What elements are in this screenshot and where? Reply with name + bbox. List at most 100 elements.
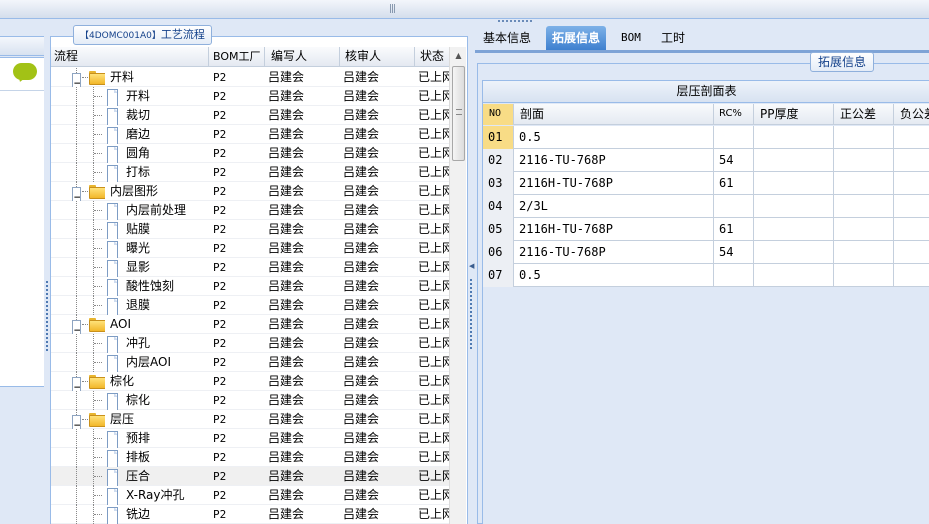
tree-row[interactable]: 铣边 P2 吕建会 吕建会 已上网 — [51, 505, 449, 524]
collapse-icon[interactable]: − — [72, 73, 81, 87]
tree-row[interactable]: − AOI P2 吕建会 吕建会 已上网 — [51, 315, 449, 334]
tree-row[interactable]: 曝光 P2 吕建会 吕建会 已上网 — [51, 239, 449, 258]
table-row[interactable]: 07 0.5 — [483, 264, 929, 287]
tree-node[interactable]: − 层压 — [51, 410, 209, 429]
pp-thickness-cell[interactable] — [754, 241, 834, 264]
tree-node[interactable]: 贴膜 — [51, 220, 209, 239]
tree-row[interactable]: 棕化 P2 吕建会 吕建会 已上网 — [51, 391, 449, 410]
tree-row[interactable]: 酸性蚀刻 P2 吕建会 吕建会 已上网 — [51, 277, 449, 296]
tree-row[interactable]: 预排 P2 吕建会 吕建会 已上网 — [51, 429, 449, 448]
plus-tolerance-cell[interactable] — [834, 172, 894, 195]
scroll-up-arrow-icon[interactable]: ▲ — [450, 47, 467, 64]
pp-thickness-cell[interactable] — [754, 218, 834, 241]
top-splitter-bar[interactable]: ||| — [0, 0, 929, 19]
plus-tolerance-cell[interactable] — [834, 241, 894, 264]
row-number-cell[interactable]: 01 — [483, 126, 514, 149]
row-number-cell[interactable]: 04 — [483, 195, 514, 218]
tree-row[interactable]: 圆角 P2 吕建会 吕建会 已上网 — [51, 144, 449, 163]
tree-row[interactable]: 裁切 P2 吕建会 吕建会 已上网 — [51, 106, 449, 125]
rc-percent-cell[interactable]: 54 — [714, 241, 754, 264]
table-row[interactable]: 06 2116-TU-768P 54 — [483, 241, 929, 264]
tree-node[interactable]: 裁切 — [51, 106, 209, 125]
tree-node[interactable]: 预排 — [51, 429, 209, 448]
collapse-icon[interactable]: − — [72, 377, 81, 391]
tree-node[interactable]: 开料 — [51, 87, 209, 106]
minus-tolerance-cell[interactable] — [894, 218, 929, 241]
table-row[interactable]: 03 2116H-TU-768P 61 — [483, 172, 929, 195]
tree-row[interactable]: 压合 P2 吕建会 吕建会 已上网 — [51, 467, 449, 486]
tree-row[interactable]: 打标 P2 吕建会 吕建会 已上网 — [51, 163, 449, 182]
row-number-cell[interactable]: 07 — [483, 264, 514, 287]
column-header-status[interactable]: 状态 — [415, 47, 449, 67]
tree-row[interactable]: − 层压 P2 吕建会 吕建会 已上网 — [51, 410, 449, 429]
tree-node[interactable]: 酸性蚀刻 — [51, 277, 209, 296]
pp-thickness-cell[interactable] — [754, 126, 834, 149]
minus-tolerance-cell[interactable] — [894, 264, 929, 287]
tree-node[interactable]: − 开料 — [51, 68, 209, 87]
tree-node[interactable]: 曝光 — [51, 239, 209, 258]
collapse-arrow-icon[interactable]: ◀ — [469, 262, 474, 270]
tree-row[interactable]: 贴膜 P2 吕建会 吕建会 已上网 — [51, 220, 449, 239]
table-row[interactable]: 05 2116H-TU-768P 61 — [483, 218, 929, 241]
row-number-cell[interactable]: 02 — [483, 149, 514, 172]
tree-row[interactable]: 显影 P2 吕建会 吕建会 已上网 — [51, 258, 449, 277]
collapse-icon[interactable]: − — [72, 187, 81, 201]
tab-bom[interactable]: BOM — [615, 26, 647, 50]
column-header-minus-tolerance[interactable]: 负公差 — [894, 104, 929, 125]
pp-thickness-cell[interactable] — [754, 172, 834, 195]
row-number-cell[interactable]: 05 — [483, 218, 514, 241]
profile-cell[interactable]: 0.5 — [514, 264, 714, 287]
scrollbar-thumb[interactable] — [452, 66, 465, 161]
profile-cell[interactable]: 2116H-TU-768P — [514, 218, 714, 241]
table-row[interactable]: 04 2/3L — [483, 195, 929, 218]
plus-tolerance-cell[interactable] — [834, 149, 894, 172]
tree-row[interactable]: − 开料 P2 吕建会 吕建会 已上网 — [51, 68, 449, 87]
minus-tolerance-cell[interactable] — [894, 241, 929, 264]
rc-percent-cell[interactable] — [714, 195, 754, 218]
tree-node[interactable]: 铣边 — [51, 505, 209, 524]
collapse-icon[interactable]: − — [72, 320, 81, 334]
rc-percent-cell[interactable]: 54 — [714, 149, 754, 172]
rc-percent-cell[interactable] — [714, 264, 754, 287]
column-header-reviewer[interactable]: 核审人 — [340, 47, 415, 67]
rc-percent-cell[interactable]: 61 — [714, 218, 754, 241]
tab-grip-icon[interactable] — [498, 20, 532, 22]
minus-tolerance-cell[interactable] — [894, 126, 929, 149]
row-number-cell[interactable]: 03 — [483, 172, 514, 195]
column-header-rc[interactable]: RC% — [714, 104, 754, 125]
rc-percent-cell[interactable] — [714, 126, 754, 149]
plus-tolerance-cell[interactable] — [834, 195, 894, 218]
pp-thickness-cell[interactable] — [754, 195, 834, 218]
tree-node[interactable]: 棕化 — [51, 391, 209, 410]
tab-basic-info[interactable]: 基本信息 — [477, 26, 537, 50]
pp-thickness-cell[interactable] — [754, 264, 834, 287]
plus-tolerance-cell[interactable] — [834, 126, 894, 149]
plus-tolerance-cell[interactable] — [834, 264, 894, 287]
column-header-no[interactable]: NO — [483, 104, 514, 125]
plus-tolerance-cell[interactable] — [834, 218, 894, 241]
row-number-cell[interactable]: 06 — [483, 241, 514, 264]
tree-row[interactable]: 内层AOI P2 吕建会 吕建会 已上网 — [51, 353, 449, 372]
tree-node[interactable]: − AOI — [51, 315, 209, 334]
tree-node[interactable]: 内层AOI — [51, 353, 209, 372]
profile-cell[interactable]: 2116H-TU-768P — [514, 172, 714, 195]
tree-node[interactable]: 圆角 — [51, 144, 209, 163]
column-header-plus-tolerance[interactable]: 正公差 — [834, 104, 894, 125]
table-row[interactable]: 01 0.5 — [483, 126, 929, 149]
profile-cell[interactable]: 0.5 — [514, 126, 714, 149]
tree-row[interactable]: 退膜 P2 吕建会 吕建会 已上网 — [51, 296, 449, 315]
minus-tolerance-cell[interactable] — [894, 195, 929, 218]
tree-row[interactable]: 内层前处理 P2 吕建会 吕建会 已上网 — [51, 201, 449, 220]
tree-node[interactable]: X-Ray冲孔 — [51, 486, 209, 505]
pp-thickness-cell[interactable] — [754, 149, 834, 172]
column-header-writer[interactable]: 编写人 — [265, 47, 340, 67]
tree-node[interactable]: 显影 — [51, 258, 209, 277]
tree-node[interactable]: 打标 — [51, 163, 209, 182]
tree-node[interactable]: 磨边 — [51, 125, 209, 144]
tree-vertical-scrollbar[interactable]: ▲ — [449, 47, 466, 524]
splitter-handle-icon[interactable] — [46, 281, 48, 351]
tree-row[interactable]: 开料 P2 吕建会 吕建会 已上网 — [51, 87, 449, 106]
tab-work-hours[interactable]: 工时 — [655, 26, 691, 50]
tree-row[interactable]: − 棕化 P2 吕建会 吕建会 已上网 — [51, 372, 449, 391]
tree-row[interactable]: − 内层图形 P2 吕建会 吕建会 已上网 — [51, 182, 449, 201]
